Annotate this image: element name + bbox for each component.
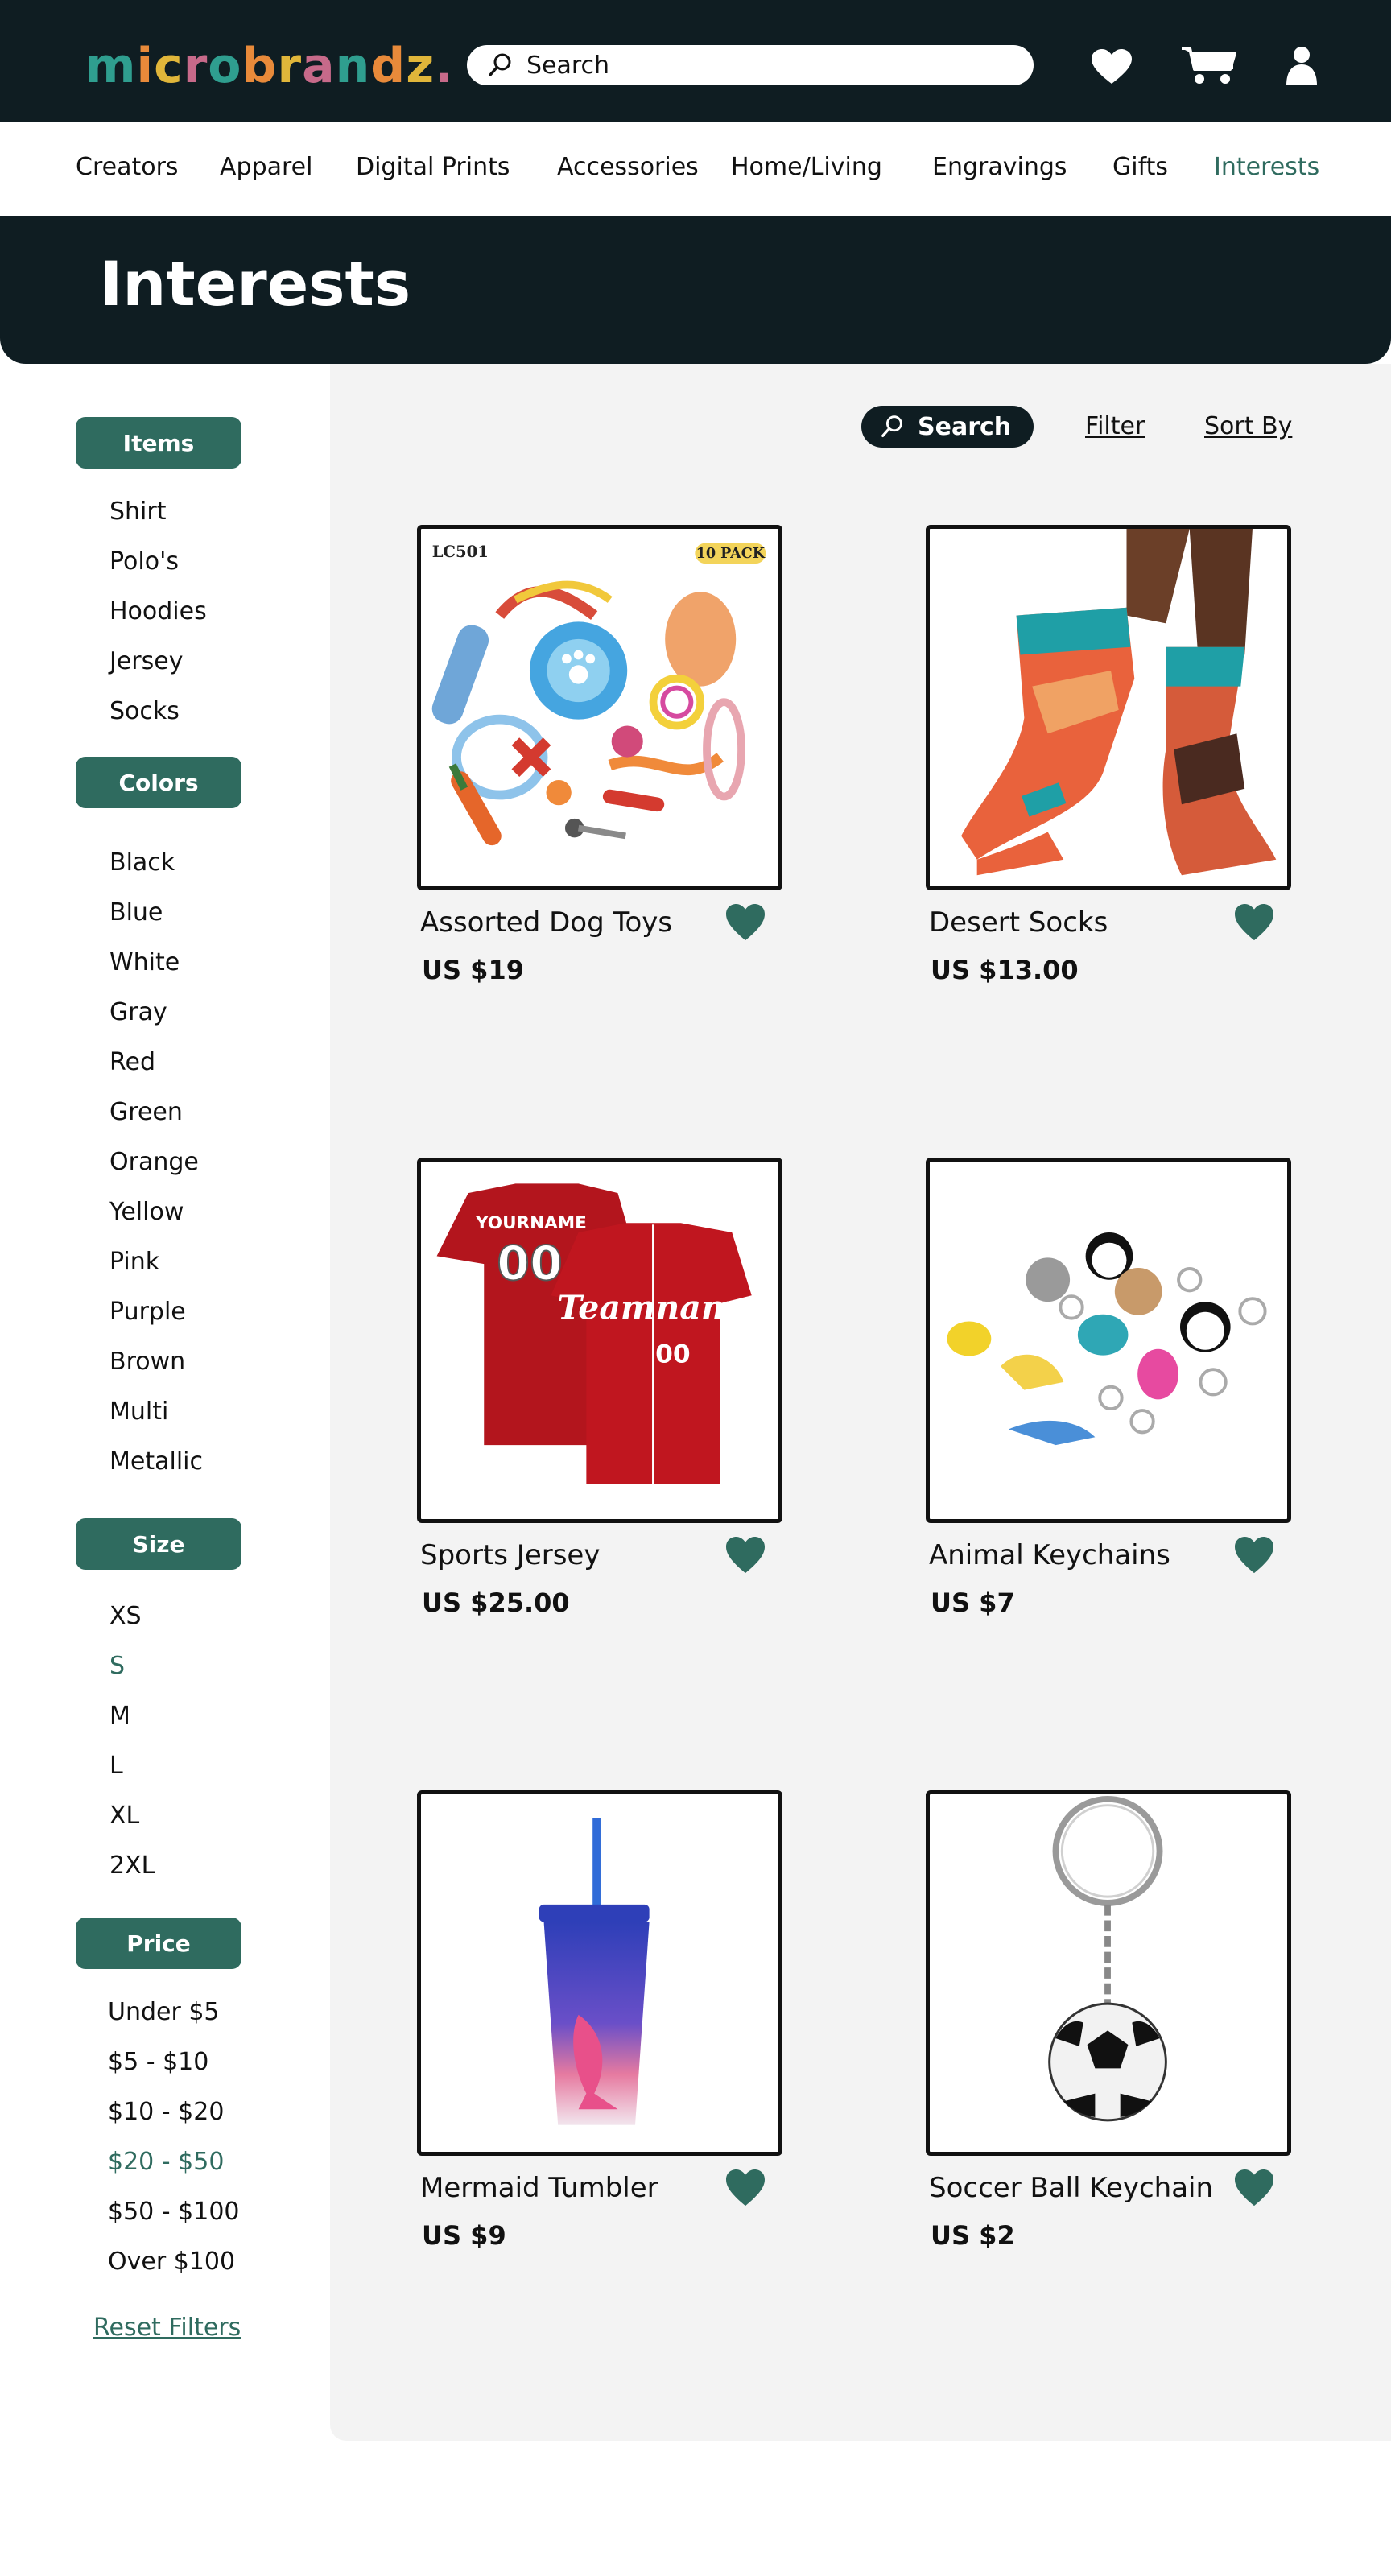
product-name[interactable]: Sports Jersey [420,1539,600,1571]
favorite-heart-icon[interactable] [1233,2169,1275,2207]
desert-socks-image[interactable] [926,525,1291,890]
nav-item-accessories[interactable]: Accessories [557,153,699,181]
nav-item-creators[interactable]: Creators [76,153,179,181]
filter-color-multi[interactable]: Multi [109,1397,168,1426]
filter-heading-items[interactable]: Items [76,417,241,469]
favorite-heart-icon[interactable] [724,903,766,942]
nav-item-digital-prints[interactable]: Digital Prints [356,153,510,181]
product-search-button[interactable]: Search [861,406,1034,448]
mermaid-tumbler-image[interactable] [417,1790,782,2156]
filter-color-metallic[interactable]: Metallic [109,1447,203,1476]
sort-by-link[interactable]: Sort By [1204,412,1292,440]
user-icon[interactable] [1285,45,1319,85]
product-name[interactable]: Mermaid Tumbler [420,2172,658,2204]
dog-toys-image[interactable]: LC501 10 PACK [417,525,782,890]
favorite-heart-icon[interactable] [1233,903,1275,942]
nav-item-gifts[interactable]: Gifts [1112,153,1168,181]
filter-color-blue[interactable]: Blue [109,898,163,927]
logo-letter: c [154,38,184,94]
filter-price-10-20[interactable]: $10 - $20 [108,2098,224,2126]
product-price: US $13.00 [931,955,1079,985]
filter-color-yellow[interactable]: Yellow [109,1198,184,1226]
filter-size-xs[interactable]: XS [109,1602,142,1630]
filter-item-hoodies[interactable]: Hoodies [109,597,207,625]
filter-color-white[interactable]: White [109,948,180,976]
logo-letter: a [302,38,336,94]
favorite-heart-icon[interactable] [1233,1536,1275,1575]
filter-price-under-5[interactable]: Under $5 [108,1998,220,2026]
product-price: US $19 [422,955,524,985]
logo-letter: d [370,38,407,94]
filter-size-2xl[interactable]: 2XL [109,1852,155,1880]
logo-letter: . [435,38,454,94]
cart-icon[interactable] [1180,45,1238,87]
filter-color-gray[interactable]: Gray [109,998,167,1026]
nav-item-apparel[interactable]: Apparel [220,153,312,181]
jersey-back-number: 00 [497,1236,563,1291]
filter-color-black[interactable]: Black [109,848,175,877]
filter-size-m[interactable]: M [109,1702,130,1730]
logo-letter: r [277,38,303,94]
product-price: US $2 [931,2220,1015,2251]
filter-color-green[interactable]: Green [109,1098,183,1126]
product-price: US $9 [422,2220,506,2251]
product-name[interactable]: Desert Socks [929,906,1108,939]
product-price: US $25.00 [422,1587,570,1618]
filter-item-shirt[interactable]: Shirt [109,497,167,526]
logo-letter: o [208,38,242,94]
filter-size-xl[interactable]: XL [109,1802,139,1830]
filter-item-jersey[interactable]: Jersey [109,647,183,675]
product-price: US $7 [931,1587,1015,1618]
filter-heading-price[interactable]: Price [76,1918,241,1969]
brand-logo[interactable]: microbrandz. [85,34,454,98]
dog-toys-badge-left: LC501 [432,543,489,561]
header-search-placeholder: Search [526,51,610,80]
soccer-keychain-image[interactable] [926,1790,1291,2156]
filter-heading-colors[interactable]: Colors [76,757,241,808]
jersey-front-number: 00 [655,1340,691,1368]
page-banner: Interests [0,216,1391,364]
jersey-front-script: Teamname [557,1288,757,1327]
filter-item-socks[interactable]: Socks [109,697,180,725]
search-icon [489,53,511,76]
logo-letter: z [406,38,435,94]
nav-item-home-living[interactable]: Home/Living [731,153,882,181]
product-name[interactable]: Assorted Dog Toys [420,906,672,939]
logo-letter: n [335,38,371,94]
filter-heading-size[interactable]: Size [76,1518,241,1570]
logo-letter: b [241,38,278,94]
favorite-heart-icon[interactable] [724,1536,766,1575]
heart-icon[interactable] [1090,48,1133,85]
nav-item-engravings[interactable]: Engravings [932,153,1067,181]
search-icon [881,415,902,437]
logo-letter: m [85,38,137,94]
filter-price-over-100[interactable]: Over $100 [108,2248,235,2276]
filter-size-l[interactable]: L [109,1752,123,1780]
filter-size-s[interactable]: S [109,1652,125,1680]
filter-color-pink[interactable]: Pink [109,1248,159,1276]
filter-item-polos[interactable]: Polo's [109,547,179,576]
product-name[interactable]: Soccer Ball Keychain [929,2172,1213,2204]
product-search-label: Search [918,412,1012,441]
reset-filters-link[interactable]: Reset Filters [93,2314,241,2342]
jersey-back-name: YOURNAME [475,1213,587,1233]
sports-jersey-image[interactable]: YOURNAME 00 Teamname 00 [417,1158,782,1523]
filter-color-orange[interactable]: Orange [109,1148,199,1176]
nav-item-interests[interactable]: Interests [1214,153,1319,181]
filter-color-red[interactable]: Red [109,1048,155,1076]
filter-price-20-50[interactable]: $20 - $50 [108,2148,224,2176]
filter-link[interactable]: Filter [1085,412,1145,440]
header-search-input[interactable]: Search [467,45,1034,85]
logo-letter: i [136,38,155,94]
dog-toys-badge-right: 10 PACK [696,545,766,562]
filter-price-5-10[interactable]: $5 - $10 [108,2048,208,2076]
animal-keychains-image[interactable] [926,1158,1291,1523]
product-name[interactable]: Animal Keychains [929,1539,1170,1571]
filter-color-brown[interactable]: Brown [109,1348,185,1376]
filter-color-purple[interactable]: Purple [109,1298,186,1326]
page-title: Interests [100,248,411,320]
favorite-heart-icon[interactable] [724,2169,766,2207]
filter-price-50-100[interactable]: $50 - $100 [108,2198,240,2226]
logo-letter: r [183,38,208,94]
